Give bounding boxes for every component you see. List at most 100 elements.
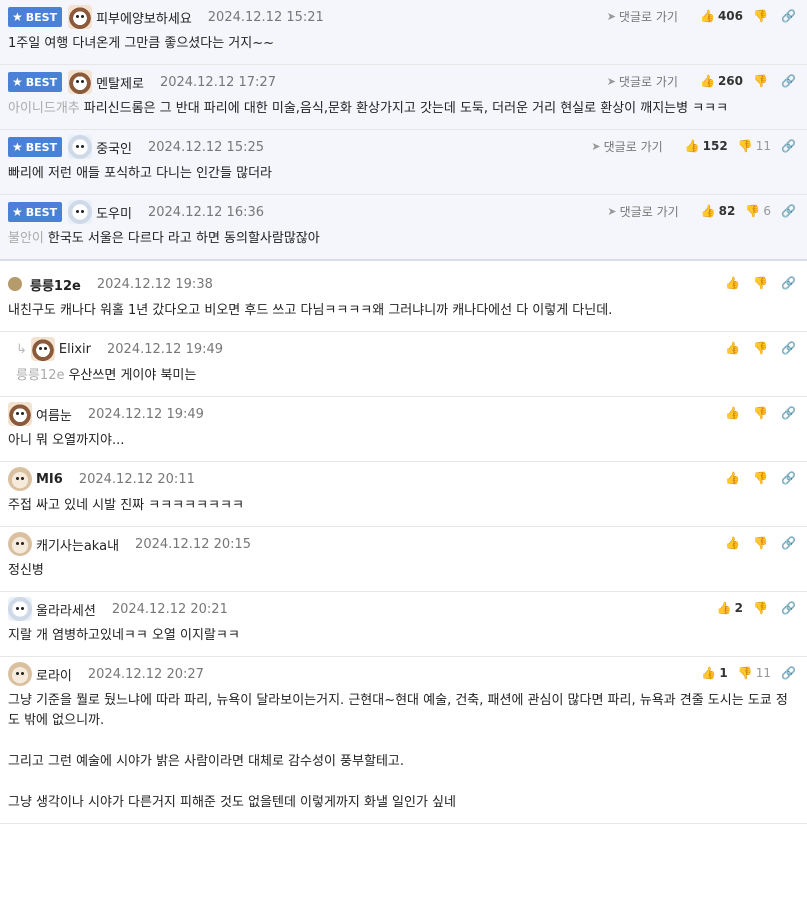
comment-body: 아니 뭐 오열까지야...: [8, 433, 125, 448]
timestamp: 2024.12.12 19:49: [87, 406, 204, 422]
downvote-button[interactable]: 👎 6: [745, 204, 771, 218]
star-icon: ★: [12, 75, 23, 89]
link-icon: 🔗: [781, 406, 796, 420]
downvote-button[interactable]: 👎: [753, 276, 771, 290]
nickname[interactable]: 도우미: [96, 203, 132, 222]
link-button[interactable]: 🔗: [781, 601, 799, 615]
nickname[interactable]: 여름눈: [36, 405, 72, 424]
comment: 여름눈 2024.12.12 19:49 👍 👎 🔗 아니 뭐 오열까지야...: [0, 397, 807, 462]
reply-target[interactable]: 불안이: [8, 231, 44, 246]
thumbs-up-icon: 👍: [699, 9, 715, 23]
link-button[interactable]: 🔗: [781, 406, 799, 420]
timestamp: 2024.12.12 15:21: [207, 9, 324, 25]
reply-target[interactable]: 릉릉12e: [16, 368, 64, 383]
downvote-button[interactable]: 👎: [753, 471, 771, 485]
downvote-button[interactable]: 👎 11: [738, 139, 771, 153]
link-button[interactable]: 🔗: [781, 276, 799, 290]
downvote-button[interactable]: 👎: [753, 341, 771, 355]
upvote-button[interactable]: 👍 260: [700, 74, 743, 88]
timestamp: 2024.12.12 16:36: [147, 204, 265, 220]
star-icon: ★: [12, 140, 23, 154]
thumbs-down-icon: 👎: [737, 139, 753, 153]
avatar[interactable]: [8, 662, 32, 686]
thumbs-up-icon: 👍: [725, 341, 740, 355]
downvote-button[interactable]: 👎 11: [738, 666, 771, 680]
link-button[interactable]: 🔗: [781, 204, 799, 218]
thumbs-up-icon: 👍: [725, 536, 740, 550]
star-icon: ★: [12, 10, 23, 24]
send-arrow-icon: ➤: [606, 9, 616, 23]
nickname[interactable]: 울라라세션: [36, 600, 96, 619]
goto-comment-link[interactable]: ➤ 댓글로 가기: [607, 73, 678, 90]
avatar[interactable]: [8, 277, 22, 291]
timestamp: 2024.12.12 15:25: [147, 139, 265, 155]
link-button[interactable]: 🔗: [781, 666, 799, 680]
goto-comment-link[interactable]: ➤ 댓글로 가기: [607, 8, 678, 25]
nickname[interactable]: 멘탈제로: [96, 73, 144, 92]
thumbs-up-icon: 👍: [684, 139, 700, 153]
best-badge: ★ BEST: [8, 137, 63, 157]
thumbs-down-icon: 👎: [745, 204, 761, 218]
link-button[interactable]: 🔗: [781, 139, 799, 153]
best-badge: ★ BEST: [8, 72, 63, 92]
nickname[interactable]: 피부에양보하세요: [96, 8, 192, 27]
comment-body: 1주일 여행 다녀온게 그만큼 좋으셨다는 거지~~: [8, 36, 274, 51]
reply-target[interactable]: 아이니드개추: [8, 101, 80, 116]
link-button[interactable]: 🔗: [781, 9, 799, 23]
link-icon: 🔗: [781, 139, 796, 153]
avatar[interactable]: [68, 200, 93, 224]
nickname[interactable]: Elixir: [59, 342, 91, 357]
upvote-button[interactable]: 👍: [725, 536, 743, 550]
upvote-button[interactable]: 👍 82: [701, 204, 736, 218]
avatar[interactable]: [68, 5, 93, 29]
comment-list: ★ BEST 피부에양보하세요 2024.12.12 15:21 ➤ 댓글로 가기 …: [0, 0, 807, 824]
upvote-button[interactable]: 👍 1: [701, 666, 727, 680]
avatar[interactable]: [8, 597, 32, 621]
best-badge: ★ BEST: [8, 7, 63, 27]
comment: 릉릉12e 2024.12.12 19:38 👍 👎 🔗 내친구도 캐나다 워홀…: [0, 261, 807, 332]
reply-arrow-icon: ↳: [16, 341, 27, 357]
nickname[interactable]: 로라이: [36, 665, 72, 684]
timestamp: 2024.12.12 19:38: [96, 276, 213, 292]
upvote-button[interactable]: 👍: [725, 471, 743, 485]
downvote-button[interactable]: 👎: [753, 406, 771, 420]
link-button[interactable]: 🔗: [781, 341, 799, 355]
upvote-button[interactable]: 👍 2: [717, 601, 743, 615]
comment: 로라이 2024.12.12 20:27 👍 1 👎 11 🔗 그냥 기준을 뭘로 …: [0, 657, 807, 824]
comment-body: 불안이 한국도 서울은 다르다 라고 하면 동의할사람많잖아: [8, 231, 320, 246]
nickname[interactable]: MI6: [36, 472, 63, 487]
comment: 캐기사는aka내 2024.12.12 20:15 👍 👎 🔗 정신병: [0, 527, 807, 592]
reply-comment: ↳ Elixir 2024.12.12 19:49 👍 👎 🔗 릉릉12e 우산쓰…: [0, 332, 807, 397]
link-icon: 🔗: [781, 204, 796, 218]
avatar[interactable]: [8, 402, 32, 426]
thumbs-down-icon: 👎: [737, 666, 753, 680]
upvote-button[interactable]: 👍: [725, 341, 743, 355]
downvote-button[interactable]: 👎: [753, 74, 771, 88]
thumbs-down-icon: 👎: [753, 341, 768, 355]
upvote-button[interactable]: 👍 406: [700, 9, 743, 23]
avatar[interactable]: [30, 337, 55, 361]
comment-body: 주접 싸고 있네 시발 진짜 ㅋㅋㅋㅋㅋㅋㅋㅋ: [8, 498, 244, 513]
avatar[interactable]: [8, 467, 32, 491]
timestamp: 2024.12.12 20:21: [111, 601, 228, 617]
nickname[interactable]: 중국인: [96, 138, 132, 157]
downvote-button[interactable]: 👎: [753, 601, 771, 615]
link-button[interactable]: 🔗: [781, 536, 799, 550]
downvote-button[interactable]: 👎: [753, 536, 771, 550]
avatar[interactable]: [68, 70, 93, 94]
upvote-button[interactable]: 👍 152: [685, 139, 728, 153]
link-button[interactable]: 🔗: [781, 471, 799, 485]
link-icon: 🔗: [781, 276, 796, 290]
downvote-button[interactable]: 👎: [753, 9, 771, 23]
goto-comment-link[interactable]: ➤ 댓글로 가기: [607, 203, 678, 220]
link-button[interactable]: 🔗: [781, 74, 799, 88]
comment-body: 아이니드개추 파리신드롬은 그 반대 파리에 대한 미술,음식,문화 환상가지고 …: [8, 101, 729, 116]
upvote-button[interactable]: 👍: [725, 406, 743, 420]
avatar[interactable]: [68, 135, 93, 159]
nickname[interactable]: 릉릉12e: [30, 275, 81, 294]
avatar[interactable]: [8, 532, 32, 556]
nickname[interactable]: 캐기사는aka내: [36, 535, 119, 554]
goto-comment-link[interactable]: ➤ 댓글로 가기: [591, 138, 662, 155]
upvote-button[interactable]: 👍: [725, 276, 743, 290]
comment-body: 정신병: [8, 563, 44, 578]
